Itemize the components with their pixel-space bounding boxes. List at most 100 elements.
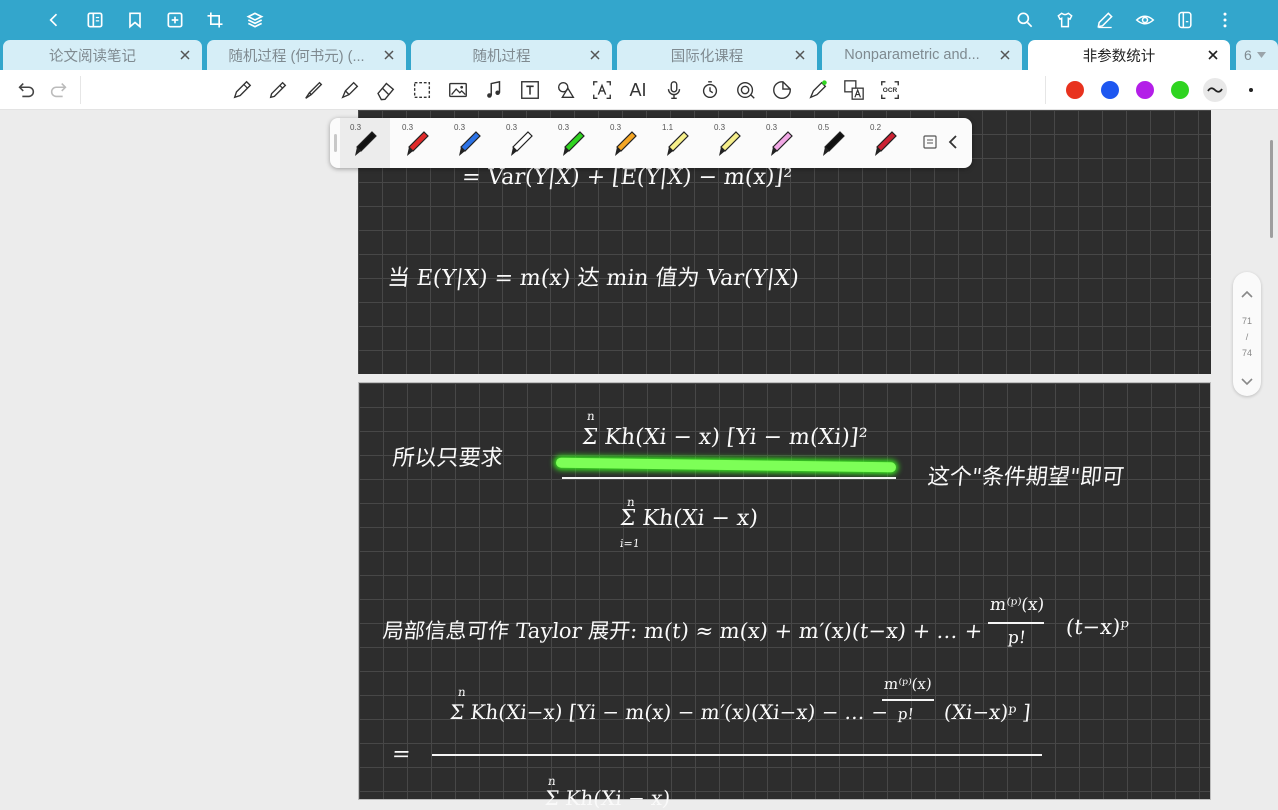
pen-preset[interactable]: 1.1 [652, 118, 702, 168]
pen-preset[interactable]: 0.3 [444, 118, 494, 168]
close-icon[interactable] [1202, 44, 1224, 66]
tab-stochastic[interactable]: 随机过程 [411, 40, 612, 70]
pen-icon [511, 131, 533, 156]
top-bar [0, 0, 1278, 40]
handwriting-line: (t−x)ᵖ [1064, 615, 1130, 639]
tab-label: Nonparametric and... [844, 47, 980, 63]
ocr-icon[interactable]: OCR [878, 78, 902, 102]
pen-preset[interactable]: 0.3 [496, 118, 546, 168]
pen-preset[interactable]: 0.2 [860, 118, 910, 168]
add-page-icon[interactable] [163, 8, 187, 32]
text-recognition-icon[interactable] [590, 78, 614, 102]
ai-icon[interactable]: AI [626, 78, 650, 102]
stroke-style-icon[interactable] [1203, 78, 1227, 102]
bookmark-icon[interactable] [123, 8, 147, 32]
current-page: 71 [1241, 316, 1252, 326]
handwriting-fraction-denominator: Σ Kh(Xi − x) [618, 506, 760, 531]
chevron-down-icon[interactable] [1240, 374, 1254, 392]
pen-icon [407, 131, 429, 156]
text-box-icon[interactable] [518, 78, 542, 102]
chevron-down-icon [1256, 46, 1266, 64]
eye-icon[interactable] [1133, 8, 1157, 32]
drag-handle[interactable] [334, 134, 337, 152]
translate-icon[interactable] [842, 78, 866, 102]
chevron-up-icon[interactable] [1240, 286, 1254, 304]
timer-icon[interactable] [698, 78, 722, 102]
pen-icon [563, 131, 585, 156]
tab-nonparametric-and[interactable]: Nonparametric and... [822, 40, 1022, 70]
pen-icon [615, 131, 637, 156]
pen-settings-icon[interactable] [922, 134, 942, 154]
page-separator: / [1245, 332, 1249, 342]
pen-edit-icon[interactable] [1093, 8, 1117, 32]
handwriting-line: 这个"条件期望"即可 [926, 465, 1126, 490]
color-purple[interactable] [1136, 81, 1154, 99]
tab-paper-notes[interactable]: 论文阅读笔记 [3, 40, 202, 70]
tab-label: 国际化课程 [670, 48, 744, 65]
tab-stochastic-he[interactable]: 随机过程 (何书元) (... [207, 40, 406, 70]
pen-preset[interactable]: 0.3 [600, 118, 650, 168]
handwriting-line: = [390, 742, 412, 767]
eraser-icon[interactable] [374, 78, 398, 102]
close-icon[interactable] [584, 44, 606, 66]
close-icon[interactable] [994, 44, 1016, 66]
pen-preset[interactable]: 0.3 [704, 118, 754, 168]
laser-pointer-icon[interactable] [806, 78, 830, 102]
crop-icon[interactable] [203, 8, 227, 32]
more-dot-icon[interactable] [1249, 88, 1253, 92]
pen-icon [355, 131, 377, 156]
highlighter-icon[interactable] [338, 78, 362, 102]
panel-icon[interactable] [1173, 8, 1197, 32]
handwriting-fraction-numerator: m⁽ᵖ⁾(x) [988, 595, 1046, 615]
color-red[interactable] [1066, 81, 1084, 99]
notebook-icon[interactable] [83, 8, 107, 32]
tab-nonparametric-stats[interactable]: 非参数统计 [1028, 40, 1230, 70]
tab-label: 随机过程 (何书元) (... [228, 48, 365, 65]
pen-icon [771, 131, 793, 156]
tab-international[interactable]: 国际化课程 [617, 40, 817, 70]
pen-preset-bar: 0.3 0.3 0.3 0.3 0.3 0.3 1.1 0.3 0.3 0.5 0.2 [330, 118, 972, 168]
handwriting-fraction-numerator: Σ Kh(Xi−x) [Yi − m(x) − m′(x)(Xi−x) − … … [448, 700, 890, 724]
pen-preset[interactable]: 0.3 [392, 118, 442, 168]
tab-bar: 论文阅读笔记 随机过程 (何书元) (... 随机过程 国际化课程 Nonpar… [0, 40, 1278, 70]
close-icon[interactable] [789, 44, 811, 66]
chevron-left-icon[interactable] [948, 134, 964, 154]
fountain-pen-icon[interactable] [302, 78, 326, 102]
scrollbar[interactable] [1270, 140, 1273, 238]
color-green[interactable] [1171, 81, 1189, 99]
tab-overflow-menu[interactable]: 6 [1236, 40, 1278, 70]
fraction-bar [432, 754, 1042, 756]
handwriting-sum-upper: n [586, 409, 596, 423]
canvas-area: = Var(Y|X) + [E(Y|X) − m(x)]² 当 E(Y|X) =… [0, 110, 1278, 810]
pen-preset[interactable]: 0.3 [756, 118, 806, 168]
handwriting-fraction-numerator: Σ Kh(Xi − x) [Yi − m(Xi)]² [580, 425, 869, 450]
shirt-icon[interactable] [1053, 8, 1077, 32]
music-icon[interactable] [482, 78, 506, 102]
undo-icon[interactable] [14, 78, 38, 102]
redo-icon[interactable] [47, 78, 71, 102]
pencil-icon[interactable] [230, 78, 254, 102]
record-icon[interactable] [734, 78, 758, 102]
pen-preset[interactable]: 0.5 [808, 118, 858, 168]
tab-label: 非参数统计 [1082, 48, 1156, 65]
lasso-select-icon[interactable] [410, 78, 434, 102]
pen-preset[interactable]: 0.3 [548, 118, 598, 168]
handwriting-line: 当 E(Y|X) = m(x) 达 min 值为 Var(Y|X) [386, 266, 801, 291]
back-icon[interactable] [42, 8, 66, 32]
more-vertical-icon[interactable] [1213, 8, 1237, 32]
handwriting-fraction-denominator: p! [1006, 628, 1027, 648]
pen-icon[interactable] [266, 78, 290, 102]
tab-count: 6 [1244, 47, 1252, 63]
color-blue[interactable] [1101, 81, 1119, 99]
layers-icon[interactable] [243, 8, 267, 32]
sticker-icon[interactable] [770, 78, 794, 102]
image-icon[interactable] [446, 78, 470, 102]
shapes-icon[interactable] [554, 78, 578, 102]
close-icon[interactable] [378, 44, 400, 66]
pen-icon [823, 131, 845, 156]
search-icon[interactable] [1013, 8, 1037, 32]
fraction-bar [562, 477, 896, 479]
pen-preset[interactable]: 0.3 [340, 118, 390, 168]
close-icon[interactable] [174, 44, 196, 66]
microphone-icon[interactable] [662, 78, 686, 102]
